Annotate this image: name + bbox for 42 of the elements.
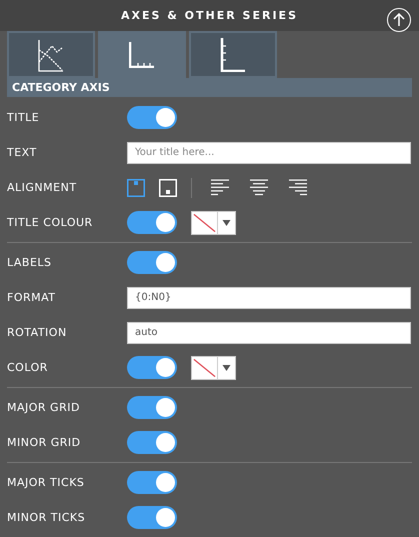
position-top-icon[interactable] <box>127 178 145 196</box>
field-label: MINOR TICKS <box>7 511 86 524</box>
position-bottom-icon[interactable] <box>159 178 177 196</box>
toggle-switch[interactable] <box>127 106 177 129</box>
up-arrow-button[interactable] <box>387 8 411 32</box>
field-label: MINOR GRID <box>7 436 82 449</box>
field-label: LABELS <box>7 256 53 269</box>
up-arrow-icon <box>392 13 406 27</box>
align-right-icon[interactable] <box>289 178 307 196</box>
toggle-switch[interactable] <box>127 506 177 529</box>
toggle-switch[interactable] <box>127 211 177 234</box>
panel-title: AXES & OTHER SERIES <box>121 9 298 22</box>
field-label: ALIGNMENT <box>7 181 78 194</box>
axis-tab[interactable] <box>189 31 277 78</box>
text-field[interactable]: Your title here... <box>127 142 411 164</box>
field-label: FORMAT <box>7 291 57 304</box>
field-label: TITLE COLOUR <box>7 216 94 229</box>
field-label: MAJOR TICKS <box>7 476 86 489</box>
line-chart-icon <box>38 38 64 72</box>
value-axis-icon <box>220 38 246 72</box>
color-picker[interactable] <box>191 210 236 234</box>
field-label: MAJOR GRID <box>7 401 81 414</box>
field-label: COLOR <box>7 361 49 374</box>
no-color-swatch-icon <box>192 212 218 234</box>
no-color-swatch-icon <box>192 356 218 378</box>
align-left-icon[interactable] <box>211 178 229 196</box>
field-label: TITLE <box>7 111 40 124</box>
toggle-switch[interactable] <box>127 431 177 454</box>
align-center-icon[interactable] <box>250 178 268 196</box>
toggle-switch[interactable] <box>127 251 177 274</box>
field-label: ROTATION <box>7 326 68 339</box>
color-picker[interactable] <box>191 356 236 380</box>
axis-tab[interactable] <box>7 31 95 78</box>
text-field[interactable]: auto <box>127 322 411 344</box>
toggle-switch[interactable] <box>127 471 177 494</box>
toggle-switch[interactable] <box>127 356 177 379</box>
category-axis-icon <box>129 42 155 68</box>
section-title: CATEGORY AXIS <box>12 81 110 94</box>
field-label: TEXT <box>7 146 38 159</box>
text-field[interactable]: {0:N0} <box>127 286 411 308</box>
axis-tab[interactable] <box>98 31 186 78</box>
toggle-switch[interactable] <box>127 396 177 419</box>
